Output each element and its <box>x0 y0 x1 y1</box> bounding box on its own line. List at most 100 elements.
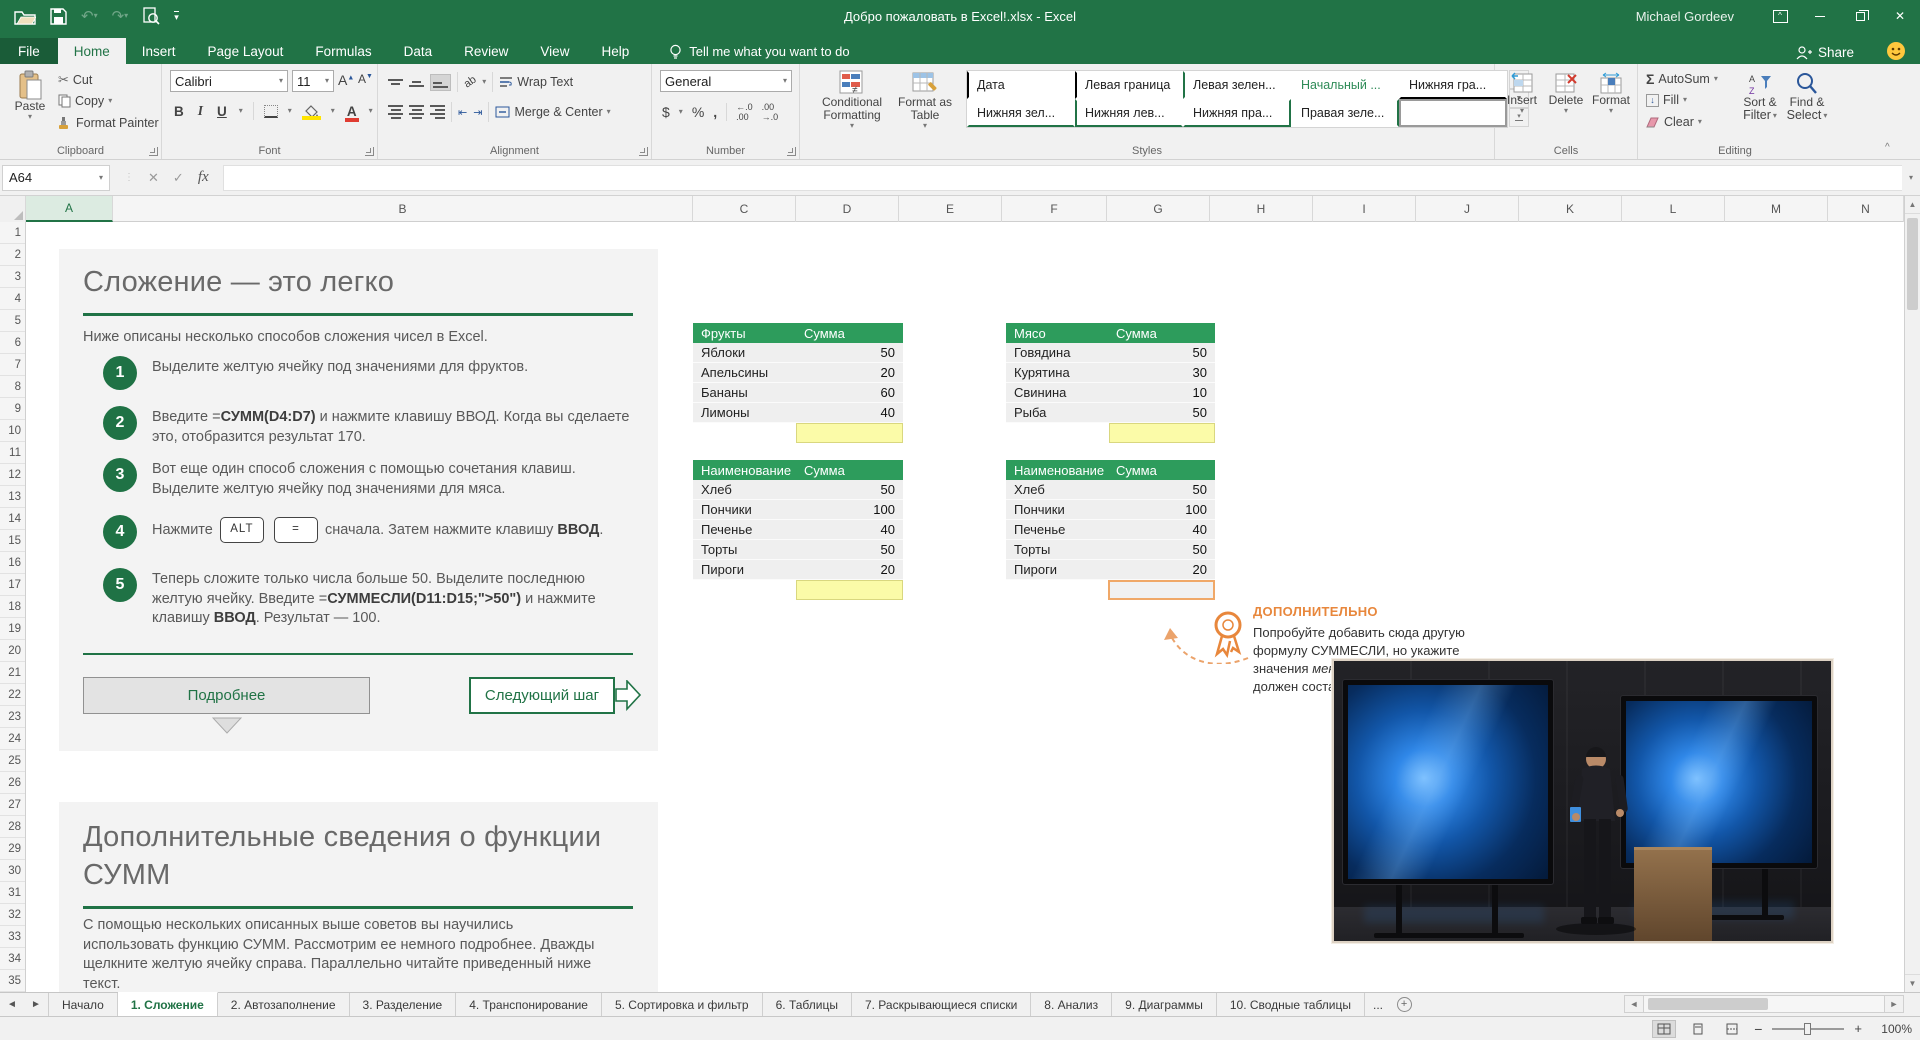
scroll-up-icon[interactable]: ▲ <box>1905 196 1920 214</box>
tab-data[interactable]: Data <box>388 38 449 64</box>
tell-me-box[interactable]: Tell me what you want to do <box>669 38 849 64</box>
bottom-align-icon[interactable] <box>430 74 451 91</box>
sheet-tab-9-диаграммы[interactable]: 9. Диаграммы <box>1112 993 1217 1016</box>
row-header-34[interactable]: 34 <box>0 948 25 970</box>
align-center-icon[interactable] <box>409 105 424 119</box>
close-icon[interactable]: ✕ <box>1880 0 1920 32</box>
column-header-N[interactable]: N <box>1828 196 1904 222</box>
expand-formula-bar-icon[interactable]: ▾ <box>1902 173 1920 182</box>
column-header-M[interactable]: M <box>1725 196 1828 222</box>
copy-button[interactable]: Copy▾ <box>58 94 112 108</box>
row-header-10[interactable]: 10 <box>0 420 25 442</box>
tab-insert[interactable]: Insert <box>126 38 192 64</box>
format-as-table-button[interactable]: Format asTable▾ <box>892 70 958 130</box>
increase-decimal-icon[interactable]: ←.0.00 <box>736 102 753 122</box>
video-overlay[interactable] <box>1332 659 1833 943</box>
zoom-slider[interactable] <box>1772 1028 1844 1030</box>
row-header-5[interactable]: 5 <box>0 310 25 332</box>
column-header-D[interactable]: D <box>796 196 899 222</box>
column-header-F[interactable]: F <box>1002 196 1107 222</box>
sheet-tab-2-автозаполнение[interactable]: 2. Автозаполнение <box>218 993 350 1016</box>
row-header-35[interactable]: 35 <box>0 970 25 992</box>
sheet-nav-right-icon[interactable]: ► <box>24 993 48 1016</box>
name-box[interactable]: A64▾ <box>2 165 110 191</box>
row-header-4[interactable]: 4 <box>0 288 25 310</box>
cell-style-1[interactable]: Дата <box>967 71 1075 99</box>
select-all-corner[interactable] <box>0 196 26 222</box>
sheet-tab-7-раскрывающиеся-списки[interactable]: 7. Раскрывающиеся списки <box>852 993 1031 1016</box>
sheet-nav-left-icon[interactable]: ◄ <box>0 993 24 1016</box>
row-header-16[interactable]: 16 <box>0 552 25 574</box>
zoom-out-icon[interactable]: − <box>1754 1021 1762 1037</box>
table-row[interactable]: Апельсины20 <box>693 363 903 383</box>
feedback-smiley-icon[interactable] <box>1886 41 1906 61</box>
underline-button[interactable]: U <box>215 104 229 119</box>
row-header-1[interactable]: 1 <box>0 222 25 244</box>
row-header-18[interactable]: 18 <box>0 596 25 618</box>
cell-style-7[interactable]: Нижняя лев... <box>1075 99 1183 127</box>
table-row[interactable]: Курятина30 <box>1006 363 1215 383</box>
cancel-icon[interactable]: ✕ <box>148 170 159 186</box>
table-row[interactable]: Свинина10 <box>1006 383 1215 403</box>
row-header-29[interactable]: 29 <box>0 838 25 860</box>
enter-icon[interactable]: ✓ <box>173 170 184 186</box>
table-row[interactable]: Лимоны40 <box>693 403 903 423</box>
font-size-select[interactable]: 11▾ <box>292 70 334 92</box>
delete-cells-button[interactable]: Delete▾ <box>1545 72 1587 115</box>
sheet-tab-1-сложение[interactable]: 1. Сложение <box>118 992 218 1016</box>
row-header-27[interactable]: 27 <box>0 794 25 816</box>
sheet-tab-4-транспонирование[interactable]: 4. Транспонирование <box>456 993 602 1016</box>
hscroll-right-icon[interactable]: ► <box>1884 995 1904 1013</box>
font-dialog-launcher[interactable] <box>365 147 374 156</box>
row-header-7[interactable]: 7 <box>0 354 25 376</box>
table-row[interactable]: Яблоки50 <box>693 343 903 363</box>
row-header-15[interactable]: 15 <box>0 530 25 552</box>
align-right-icon[interactable] <box>430 105 445 119</box>
number-format-select[interactable]: General▾ <box>660 70 792 92</box>
save-icon[interactable] <box>50 8 67 25</box>
comma-style-icon[interactable]: , <box>713 104 717 120</box>
row-header-31[interactable]: 31 <box>0 882 25 904</box>
page-layout-view-icon[interactable] <box>1686 1020 1710 1038</box>
cell-style-2[interactable]: Левая граница <box>1075 71 1183 99</box>
number-dialog-launcher[interactable] <box>787 147 796 156</box>
clear-button[interactable]: Clear▾ <box>1646 115 1702 129</box>
table-row[interactable]: Пончики100 <box>1006 500 1215 520</box>
more-button[interactable]: Подробнее <box>83 677 370 714</box>
table-row[interactable]: Пироги20 <box>693 560 903 580</box>
font-color-icon[interactable]: A <box>345 104 359 119</box>
ribbon-display-options-icon[interactable]: ^ <box>1760 0 1800 32</box>
column-header-I[interactable]: I <box>1313 196 1416 222</box>
accounting-format-icon[interactable]: $ <box>662 104 670 120</box>
table-row[interactable]: Говядина50 <box>1006 343 1215 363</box>
new-sheet-button[interactable]: + <box>1391 993 1417 1016</box>
column-header-K[interactable]: K <box>1519 196 1622 222</box>
align-left-icon[interactable] <box>388 105 403 119</box>
formula-input[interactable] <box>223 165 1902 191</box>
row-header-20[interactable]: 20 <box>0 640 25 662</box>
row-header-28[interactable]: 28 <box>0 816 25 838</box>
tab-home[interactable]: Home <box>58 38 126 64</box>
row-header-11[interactable]: 11 <box>0 442 25 464</box>
normal-view-icon[interactable] <box>1652 1020 1676 1038</box>
print-preview-icon[interactable] <box>142 7 160 25</box>
column-header-J[interactable]: J <box>1416 196 1519 222</box>
sheet-tab-6-таблицы[interactable]: 6. Таблицы <box>763 993 852 1016</box>
row-header-21[interactable]: 21 <box>0 662 25 684</box>
page-break-view-icon[interactable] <box>1720 1020 1744 1038</box>
table-row[interactable]: Торты50 <box>693 540 903 560</box>
row-header-13[interactable]: 13 <box>0 486 25 508</box>
next-step-button[interactable]: Следующий шаг <box>469 677 615 714</box>
tab-help[interactable]: Help <box>585 38 645 64</box>
sheet-tab-8-анализ[interactable]: 8. Анализ <box>1031 993 1112 1016</box>
row-header-32[interactable]: 32 <box>0 904 25 926</box>
cell-style-blank[interactable] <box>1399 99 1507 127</box>
cell-style-5[interactable]: Нижняя гра... <box>1399 71 1507 99</box>
open-icon[interactable] <box>14 8 36 25</box>
row-header-2[interactable]: 2 <box>0 244 25 266</box>
user-name[interactable]: Michael Gordeev <box>1636 9 1734 24</box>
table-row[interactable]: Хлеб50 <box>1006 480 1215 500</box>
cell-style-3[interactable]: Левая зелен... <box>1183 71 1291 99</box>
font-family-select[interactable]: Calibri▾ <box>170 70 288 92</box>
paste-button[interactable]: Paste▾ <box>8 70 52 121</box>
